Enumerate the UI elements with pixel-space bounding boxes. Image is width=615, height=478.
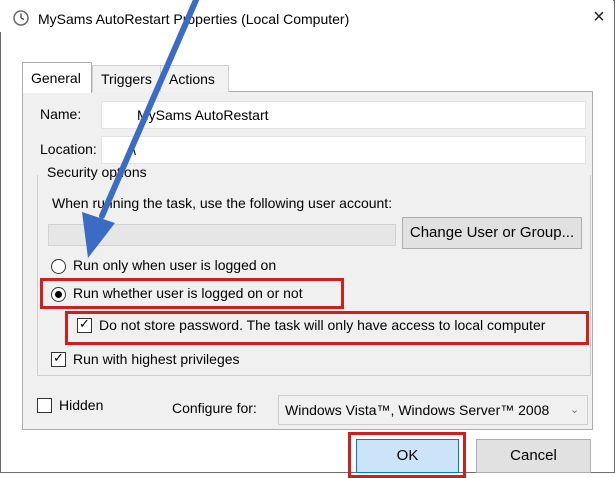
tab-general[interactable]: General (22, 62, 92, 93)
tab-general-label: General (31, 70, 81, 86)
annotation-arrow-icon (82, 0, 199, 258)
